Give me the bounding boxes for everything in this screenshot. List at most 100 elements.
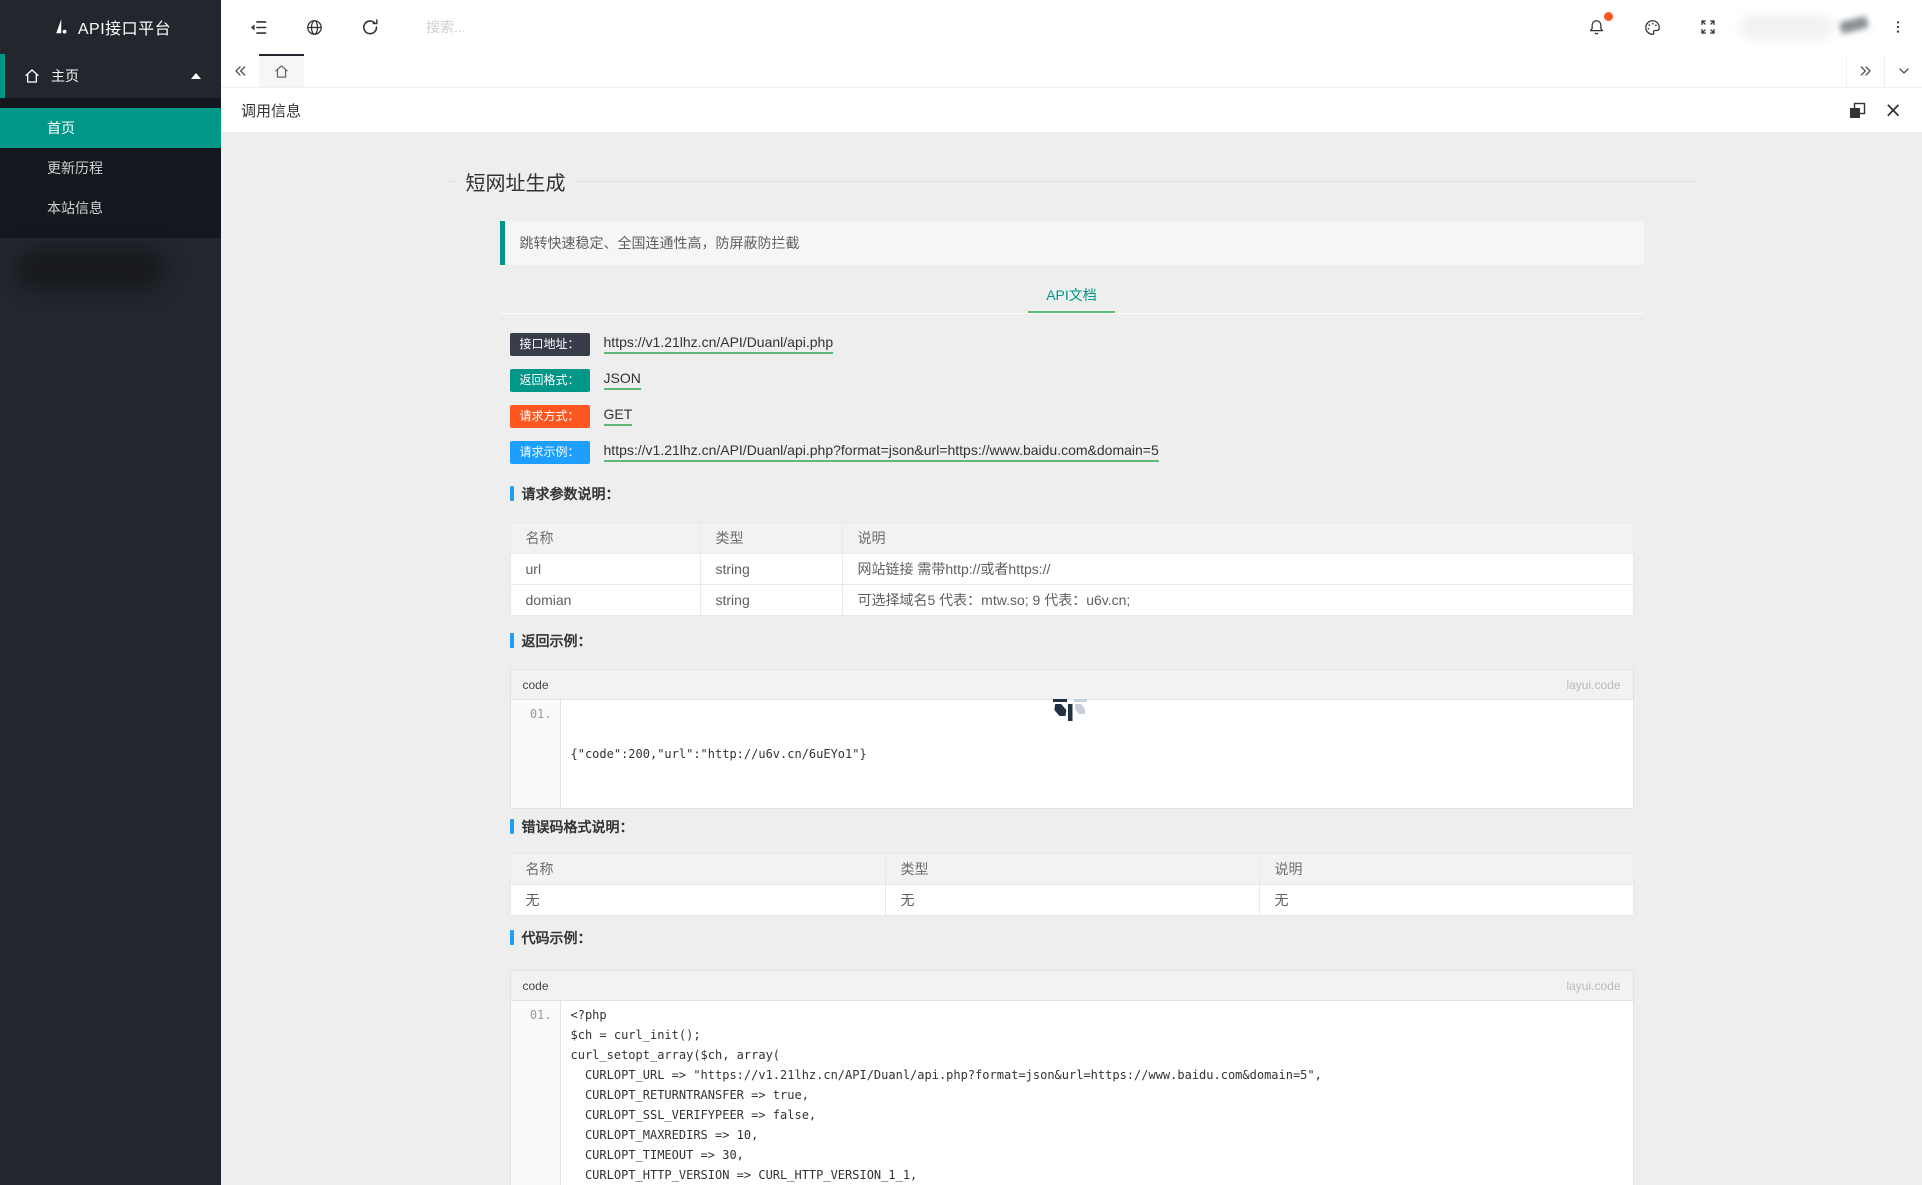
line-number: 01. [529, 1008, 552, 1022]
endpoint-link[interactable]: JSON [603, 370, 641, 390]
table-cell: 可选择域名5 代表：mtw.so; 9 代表：u6v.cn; [841, 584, 1634, 616]
code-lines: {"code":200,"url":"http://u6v.cn/6uEYo1"… [561, 700, 1633, 808]
tabs-scroll-right-button[interactable] [1846, 54, 1884, 87]
section-heading-code: 代码示例： [509, 929, 1696, 946]
table-header-cell: 类型 [699, 522, 843, 554]
home-icon [24, 68, 40, 84]
line-number-gutter: 01. [510, 1001, 561, 1185]
fullscreen-button[interactable] [1680, 0, 1736, 54]
code-block-title: code [522, 677, 549, 692]
caret-up-icon [191, 73, 201, 79]
endpoint-badge: 请求方式： [509, 404, 590, 428]
code-line: CURLOPT_TIMEOUT => 30, [570, 1148, 744, 1162]
section-heading-code-label: 代码示例： [521, 929, 592, 946]
more-menu-button[interactable] [1878, 0, 1918, 54]
section-bar-icon [509, 633, 514, 648]
line-number: 01. [529, 707, 552, 721]
table-cell: 无 [1258, 884, 1634, 916]
tab-home[interactable] [259, 54, 304, 87]
logo-sail-icon [56, 19, 67, 34]
notification-dot [1604, 12, 1613, 21]
doc-container: 短网址生成 跳转快速稳定、全国连通性高，防屏蔽防拦截 API文档 接口地址： ht… [447, 167, 1696, 1185]
sidebar-item-0[interactable]: 首页 [0, 108, 221, 148]
endpoint-link[interactable]: GET [603, 406, 633, 426]
app-title: API接口平台 [77, 21, 172, 38]
code-line: $ch = curl_init(); [570, 1028, 701, 1042]
section-heading-errors-label: 错误码格式说明： [521, 818, 634, 835]
panel-header: 调用信息 × [221, 88, 1922, 133]
response-code-block: code layui.code 01. {"code":200,"url":"h… [509, 669, 1634, 809]
page-title: 短网址生成 [465, 173, 566, 195]
code-block-header: code layui.code [510, 971, 1633, 1001]
globe-icon-button[interactable] [286, 0, 342, 54]
code-lines: <?php $ch = curl_init(); curl_setopt_array… [561, 1001, 1633, 1185]
tabbar-spacer [304, 54, 1846, 87]
code-block-header: code layui.code [510, 670, 1633, 700]
tabs-scroll-left-button[interactable] [221, 54, 259, 87]
endpoint-link[interactable]: https://v1.21lhz.cn/API/Duanl/api.php?fo… [603, 442, 1159, 462]
endpoint-link[interactable]: https://v1.21lhz.cn/API/Duanl/api.php [603, 334, 834, 354]
code-block-title: code [522, 978, 549, 993]
sidebar-submenu: 首页 更新历程 本站信息 [0, 98, 221, 238]
restore-window-button[interactable] [1849, 102, 1866, 119]
sidebar-item-home-parent[interactable]: 主页 [0, 54, 221, 98]
table-row: domian string 可选择域名5 代表：mtw.so; 9 代表：u6v.c… [509, 584, 1634, 616]
collapse-sidebar-button[interactable] [230, 0, 286, 54]
home-tab-icon [275, 65, 288, 78]
code-line: curl_setopt_array($ch, array( [570, 1048, 781, 1062]
section-heading-response: 返回示例： [509, 632, 1696, 649]
panel-title: 调用信息 [241, 102, 302, 120]
table-cell: 网站链接 需带http://或者https:// [841, 553, 1634, 585]
active-menu-stripe [0, 54, 5, 98]
sidebar-parent-label: 主页 [51, 68, 79, 84]
line-number-gutter: 01. [510, 700, 561, 808]
table-cell: 无 [509, 884, 886, 916]
table-cell: 无 [884, 884, 1260, 916]
code-line: CURLOPT_SSL_VERIFYPEER => false, [570, 1108, 817, 1122]
app-root: API接口平台 主页 首页 更新历程 本站信息 搜索... 调用信息 × 短网址… [0, 0, 1922, 1185]
sidebar: API接口平台 主页 首页 更新历程 本站信息 [0, 0, 221, 1185]
endpoint-badge: 返回格式： [509, 368, 590, 392]
code-line: CURLOPT_RETURNTRANSFER => true, [570, 1088, 809, 1102]
topbar-right [1568, 0, 1922, 54]
content-area: 短网址生成 跳转快速稳定、全国连通性高，防屏蔽防拦截 API文档 接口地址： ht… [221, 133, 1922, 1185]
section-bar-icon [509, 486, 514, 501]
close-panel-button[interactable]: × [1884, 99, 1902, 121]
notifications-bell-button[interactable] [1568, 0, 1624, 54]
table-cell: url [509, 553, 701, 585]
code-line: CURLOPT_HTTP_VERSION => CURL_HTTP_VERSIO… [570, 1168, 918, 1182]
table-row: url string 网站链接 需带http://或者https:// [509, 553, 1634, 585]
code-block-body: 01. <?php $ch = curl_init(); curl_setopt_a… [510, 1001, 1633, 1185]
code-line: <?php [570, 1008, 607, 1022]
theme-palette-button[interactable] [1624, 0, 1680, 54]
table-header-cell: 名称 [509, 853, 886, 885]
table-row: 无无无 [509, 884, 1634, 916]
table-cell: string [699, 584, 843, 616]
error-table: 名称 类型 说明无无无 [509, 853, 1634, 916]
refresh-icon-button[interactable] [342, 0, 398, 54]
section-heading-params: 请求参数说明： [509, 485, 1696, 502]
php-code-block: code layui.code 01. <?php $ch = curl_init… [509, 970, 1634, 1185]
sidebar-item-1[interactable]: 更新历程 [0, 148, 221, 188]
tabbar [221, 54, 1922, 88]
endpoint-row-3: 请求示例： https://v1.21lhz.cn/API/Duanl/api.p… [509, 434, 1696, 470]
section-heading-errors: 错误码格式说明： [509, 818, 1696, 835]
redacted-username-area [1740, 14, 1834, 40]
sidebar-item-2[interactable]: 本站信息 [0, 188, 221, 228]
code-block-engine-label: layui.code [1566, 978, 1621, 993]
intro-quote: 跳转快速稳定、全国连通性高，防屏蔽防拦截 [499, 221, 1644, 265]
code-block-engine-label: layui.code [1566, 677, 1621, 692]
endpoint-badge: 请求示例： [509, 440, 590, 464]
mouse-cursor-artifact [1052, 698, 1088, 729]
endpoint-list: 接口地址： https://v1.21lhz.cn/API/Duanl/api.p… [509, 326, 1696, 470]
section-bar-icon [509, 819, 514, 834]
search-input[interactable] [426, 19, 746, 35]
endpoint-row-2: 请求方式： GET [509, 398, 1696, 434]
code-line: {"code":200,"url":"http://u6v.cn/6uEYo1"… [570, 747, 867, 761]
tab-api-doc[interactable]: API文档 [1028, 278, 1115, 313]
params-table: 名称 类型 说明 url string 网站链接 需带http://或者https://d… [509, 522, 1634, 616]
table-cell: string [699, 553, 843, 585]
app-logo: API接口平台 [0, 0, 221, 54]
tabs-menu-dropdown-button[interactable] [1884, 54, 1922, 87]
sidebar-redacted-blob [16, 248, 166, 290]
